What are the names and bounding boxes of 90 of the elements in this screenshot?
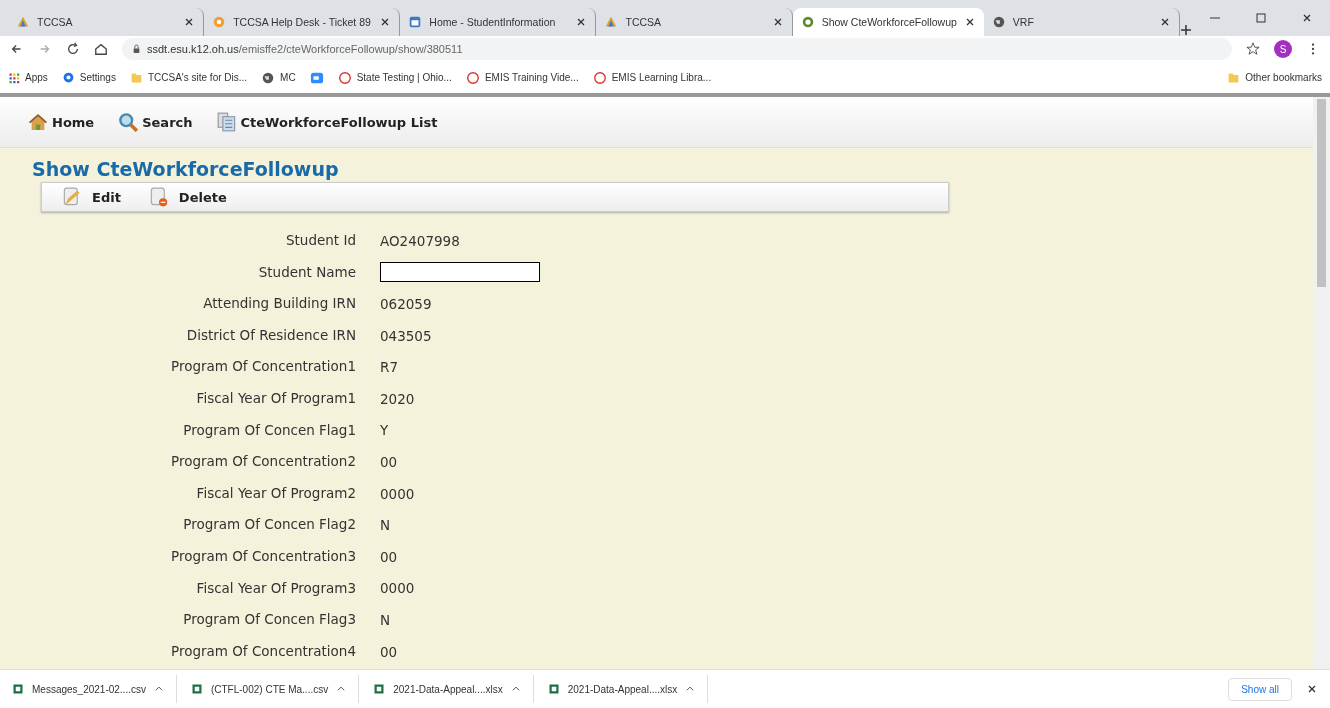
bookmark[interactable]: TCCSA's site for Dis...: [129, 71, 248, 84]
field-label: Program Of Concentration3: [170, 546, 356, 566]
page-title: Show CteWorkforceFollowup: [32, 158, 340, 180]
bookmark[interactable]: EMIS Training Vide...: [465, 70, 579, 85]
restore-icon: [1255, 12, 1267, 24]
bookmark[interactable]: MC: [261, 70, 296, 85]
field-label: Program Of Concen Flag1: [182, 420, 356, 440]
home-icon: [94, 42, 108, 56]
spreadsheet-icon: [190, 683, 203, 695]
field-label: Fiscal Year Of Program3: [195, 578, 356, 598]
show-all-button[interactable]: Show all: [1228, 677, 1292, 701]
folder-icon: [1227, 71, 1241, 84]
field-label: Program Of Concentration1: [170, 357, 356, 377]
close-icon: [1159, 16, 1171, 28]
field-value: 00: [380, 453, 398, 470]
apps-grid-icon: [8, 71, 20, 84]
profile-avatar[interactable]: S: [1274, 40, 1292, 58]
close-icon: [1306, 683, 1318, 695]
field-label: Student Id: [285, 231, 356, 250]
caret-up-icon: [153, 684, 164, 694]
field-value: 043505: [380, 327, 432, 344]
bookmark[interactable]: Apps: [8, 71, 48, 84]
field-label: Attending Building IRN: [202, 294, 356, 314]
star-icon: [1246, 42, 1260, 56]
scrollbar-thumb[interactable]: [1317, 99, 1326, 287]
globe-icon: [991, 15, 1006, 29]
field-label: Program Of Concentration4: [170, 641, 356, 661]
house-icon: [28, 113, 48, 131]
field-label: Program Of Concentration2: [170, 452, 356, 472]
download-item[interactable]: Messages_2021-02....csv: [8, 675, 177, 703]
action-link[interactable]: Delete: [148, 187, 227, 207]
back-icon: [10, 42, 24, 56]
ring-icon: [465, 70, 480, 85]
field-value: Y: [380, 422, 389, 439]
download-item[interactable]: 2021-Data-Appeal....xlsx: [543, 675, 709, 703]
caret-up-icon: [510, 684, 521, 694]
field-label: Fiscal Year Of Program1: [195, 388, 356, 408]
spreadsheet-icon: [373, 683, 386, 695]
download-item[interactable]: (CTFL-002) CTE Ma....csv: [186, 675, 360, 703]
nav-link[interactable]: CteWorkforceFollowup List: [216, 112, 438, 132]
bookmark[interactable]: Settings: [61, 71, 116, 84]
address-bar[interactable]: ssdt.esu.k12.oh.us/emisffe2/cteWorkforceFollowup/show/380511: [122, 38, 1232, 60]
document-list-icon: [216, 112, 237, 132]
search-icon: [118, 112, 139, 132]
nav-link[interactable]: Search: [118, 112, 193, 132]
field-value: 0000: [380, 485, 415, 502]
field-value: 00: [380, 548, 398, 565]
triangle-logo-icon: [16, 15, 30, 29]
field-value: N: [380, 517, 391, 534]
browser-tab[interactable]: Show CteWorkforceFollowup: [792, 8, 984, 36]
pencil-page-icon: [62, 187, 82, 207]
video-camera-icon[interactable]: [309, 70, 324, 85]
field-value: 0000: [380, 580, 415, 597]
close-icon: [1301, 12, 1313, 24]
download-item[interactable]: 2021-Data-Appeal....xlsx: [369, 675, 534, 703]
bookmark[interactable]: EMIS Learning Libra...: [592, 70, 712, 85]
settings-icon: [61, 71, 75, 84]
new-tab-icon: [1180, 24, 1192, 36]
field-label: District Of Residence IRN: [185, 325, 356, 345]
other-bookmarks[interactable]: Other bookmarks: [1227, 71, 1322, 84]
field-value: N: [380, 611, 391, 628]
triangle-logo-icon: [604, 15, 619, 29]
reload-icon: [66, 42, 80, 56]
page-icon: [408, 15, 423, 29]
spreadsheet-icon: [547, 683, 560, 695]
field-label: Program Of Concen Flag2: [182, 515, 356, 535]
ring-icon: [592, 70, 607, 85]
delete-page-icon: [148, 187, 169, 207]
folder-icon: [129, 71, 143, 84]
ring-icon: [337, 70, 352, 85]
field-value: 00: [380, 643, 398, 660]
bookmark[interactable]: State Testing | Ohio...: [337, 70, 452, 85]
field-label: Program Of Concen Flag3: [182, 610, 356, 630]
circle-icon: [800, 15, 815, 29]
caret-up-icon: [685, 684, 696, 694]
field-value: 2020: [380, 390, 415, 407]
field-value: AO2407998: [380, 232, 460, 249]
nav-link[interactable]: Home: [28, 113, 95, 131]
lock-icon: [132, 44, 141, 54]
globe-icon: [261, 70, 276, 85]
lifebuoy-icon: [212, 15, 227, 29]
spreadsheet-icon: [12, 683, 24, 695]
action-link[interactable]: Edit: [62, 187, 121, 207]
field-label: Fiscal Year Of Program2: [195, 483, 356, 503]
caret-up-icon: [336, 684, 347, 694]
scrollbar[interactable]: [1313, 97, 1330, 669]
field-label: Student Name: [257, 262, 356, 282]
field-value: 062059: [380, 296, 432, 312]
field-value: R7: [380, 359, 398, 376]
forward-icon: [38, 42, 52, 56]
